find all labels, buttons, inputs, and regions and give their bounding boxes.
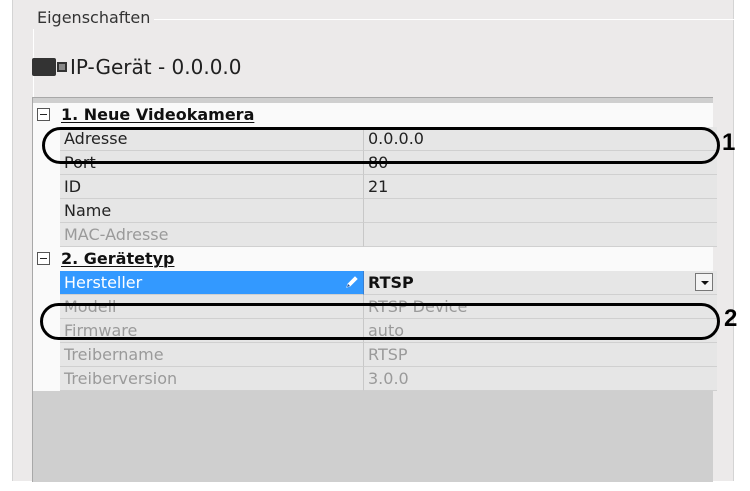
property-value: RTSP [368, 273, 414, 292]
category-row-geraetetyp[interactable]: 2. Gerätetyp [33, 247, 713, 271]
property-row-treibername: Treibername RTSP [33, 343, 717, 367]
pencil-icon [346, 276, 358, 288]
callout-number-1: 1 [722, 129, 736, 156]
category-label: 1. Neue Videokamera [61, 105, 255, 124]
device-title: IP-Gerät - 0.0.0.0 [70, 55, 242, 79]
property-key: Treibername [60, 343, 364, 367]
category-label: 2. Gerätetyp [61, 249, 175, 268]
collapse-icon[interactable] [37, 252, 50, 265]
property-value[interactable] [364, 199, 717, 223]
group-title: Eigenschaften [33, 7, 155, 29]
collapse-icon[interactable] [37, 108, 50, 121]
manufacturer-select[interactable]: RTSP [364, 271, 717, 295]
property-row-name[interactable]: Name [33, 199, 717, 223]
property-value [364, 223, 717, 247]
property-key-label: Hersteller [64, 273, 143, 292]
property-key: Name [60, 199, 364, 223]
property-key: ID [60, 175, 364, 199]
property-key: Treiberversion [60, 367, 364, 391]
callout-ellipse-2 [40, 303, 720, 340]
property-value: 3.0.0 [364, 367, 717, 391]
camera-icon [32, 58, 67, 76]
property-row-treiberversion: Treiberversion 3.0.0 [33, 367, 717, 391]
callout-ellipse-1 [42, 127, 720, 164]
property-key: MAC-Adresse [60, 223, 364, 247]
category-row-camera[interactable]: 1. Neue Videokamera [33, 103, 713, 127]
property-row-hersteller[interactable]: Hersteller RTSP [33, 271, 717, 295]
property-row-id[interactable]: ID 21 [33, 175, 717, 199]
property-value: RTSP [364, 343, 717, 367]
dropdown-arrow-icon[interactable] [695, 273, 713, 291]
property-key: Hersteller [60, 271, 364, 295]
property-value[interactable]: 21 [364, 175, 717, 199]
property-row-mac-adresse: MAC-Adresse [33, 223, 717, 247]
callout-number-2: 2 [724, 305, 738, 332]
